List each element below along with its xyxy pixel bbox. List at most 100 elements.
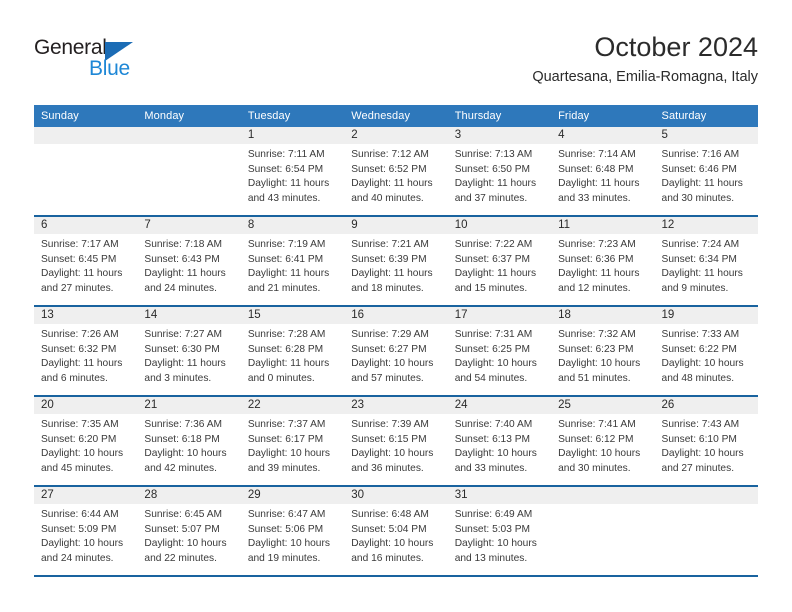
day-cell[interactable]: 12 Sunrise: 7:24 AM Sunset: 6:34 PM Dayligh… bbox=[654, 215, 758, 306]
daylight-text: Daylight: 11 hours bbox=[454, 178, 537, 190]
daylight-text: Daylight: 10 hours bbox=[247, 448, 330, 460]
day-number: 31 bbox=[447, 487, 552, 504]
daylight-text: Daylight: 11 hours bbox=[558, 178, 640, 190]
weekday-header-friday: Friday bbox=[551, 105, 655, 127]
calendar-week-row: 27 Sunrise: 6:44 AM Sunset: 5:09 PM Dayligh… bbox=[34, 485, 758, 575]
daylight-text: Daylight: 10 hours bbox=[247, 538, 330, 550]
day-cell[interactable]: 31 Sunrise: 6:49 AM Sunset: 5:03 PM Dayligh… bbox=[447, 485, 552, 575]
day-cell[interactable]: 6 Sunrise: 7:17 AM Sunset: 6:45 PM Daylight… bbox=[34, 215, 138, 306]
day-cell[interactable]: 17 Sunrise: 7:31 AM Sunset: 6:25 PM Dayligh… bbox=[447, 305, 552, 396]
day-number: 15 bbox=[240, 307, 345, 324]
sunrise-text: Sunrise: 7:37 AM bbox=[247, 419, 326, 430]
day-number: 7 bbox=[137, 217, 241, 234]
day-cell[interactable]: 27 Sunrise: 6:44 AM Sunset: 5:09 PM Dayligh… bbox=[34, 485, 138, 575]
day-cell[interactable]: 25 Sunrise: 7:41 AM Sunset: 6:12 PM Dayligh… bbox=[551, 395, 655, 486]
sunset-text: Sunset: 6:27 PM bbox=[351, 343, 427, 355]
day-number: 6 bbox=[34, 217, 138, 234]
daylight-text: Daylight: 11 hours bbox=[351, 268, 433, 280]
daylight-text: Daylight: 11 hours bbox=[247, 268, 330, 280]
sunset-text: Sunset: 6:22 PM bbox=[661, 343, 737, 355]
daylight-text: Daylight: 10 hours bbox=[454, 448, 537, 460]
day-cell[interactable]: 2 Sunrise: 7:12 AM Sunset: 6:52 PM Daylight… bbox=[344, 127, 448, 216]
day-cell[interactable]: 8 Sunrise: 7:19 AM Sunset: 6:41 PM Daylight… bbox=[240, 215, 345, 306]
day-number: 29 bbox=[240, 487, 345, 504]
day-details: Sunrise: 7:17 AM Sunset: 6:45 PM Daylight:… bbox=[34, 234, 137, 296]
day-cell[interactable]: 19 Sunrise: 7:33 AM Sunset: 6:22 PM Dayligh… bbox=[654, 305, 758, 396]
day-cell[interactable]: 24 Sunrise: 7:40 AM Sunset: 6:13 PM Dayligh… bbox=[447, 395, 552, 486]
calendar-week-row: 6 Sunrise: 7:17 AM Sunset: 6:45 PM Daylight… bbox=[34, 215, 758, 306]
sunset-text: Sunset: 6:20 PM bbox=[41, 433, 117, 445]
day-cell[interactable]: 10 Sunrise: 7:22 AM Sunset: 6:37 PM Dayligh… bbox=[447, 215, 552, 306]
sunset-text: Sunset: 6:39 PM bbox=[351, 253, 427, 265]
daylight-text: and 48 minutes. bbox=[661, 372, 735, 384]
weekday-header-monday: Monday bbox=[137, 105, 241, 127]
sunrise-text: Sunrise: 7:22 AM bbox=[454, 239, 533, 250]
daylight-text: Daylight: 11 hours bbox=[41, 268, 123, 280]
daylight-text: Daylight: 10 hours bbox=[41, 538, 124, 550]
day-cell[interactable]: 14 Sunrise: 7:27 AM Sunset: 6:30 PM Dayligh… bbox=[137, 305, 241, 396]
table-bottom-divider bbox=[34, 575, 758, 577]
day-cell[interactable]: 7 Sunrise: 7:18 AM Sunset: 6:43 PM Daylight… bbox=[137, 215, 241, 306]
weekday-header-tuesday: Tuesday bbox=[240, 105, 345, 127]
day-number: 3 bbox=[447, 127, 552, 144]
sunrise-text: Sunrise: 7:27 AM bbox=[144, 329, 223, 340]
day-cell[interactable]: 22 Sunrise: 7:37 AM Sunset: 6:17 PM Dayligh… bbox=[240, 395, 345, 486]
day-number: 28 bbox=[137, 487, 241, 504]
daylight-text: Daylight: 10 hours bbox=[454, 538, 537, 550]
weekday-header-sunday: Sunday bbox=[34, 105, 138, 127]
day-cell[interactable]: 1 Sunrise: 7:11 AM Sunset: 6:54 PM Daylight… bbox=[240, 127, 345, 216]
daylight-text: and 15 minutes. bbox=[454, 282, 528, 294]
daylight-text: Daylight: 11 hours bbox=[41, 358, 123, 370]
day-cell[interactable]: 18 Sunrise: 7:32 AM Sunset: 6:23 PM Dayligh… bbox=[551, 305, 655, 396]
day-cell[interactable]: 3 Sunrise: 7:13 AM Sunset: 6:50 PM Daylight… bbox=[447, 127, 552, 216]
day-cell[interactable]: 28 Sunrise: 6:45 AM Sunset: 5:07 PM Dayligh… bbox=[137, 485, 241, 575]
daylight-text: and 24 minutes. bbox=[41, 552, 114, 564]
day-number: 14 bbox=[137, 307, 241, 324]
logo-text-blue: Blue bbox=[89, 57, 130, 80]
day-number bbox=[551, 487, 655, 504]
day-details: Sunrise: 7:40 AM Sunset: 6:13 PM Daylight:… bbox=[448, 414, 551, 476]
day-number bbox=[137, 127, 241, 144]
day-cell[interactable]: 23 Sunrise: 7:39 AM Sunset: 6:15 PM Dayligh… bbox=[344, 395, 448, 486]
day-number: 8 bbox=[240, 217, 345, 234]
daylight-text: and 30 minutes. bbox=[661, 192, 735, 204]
day-number: 18 bbox=[551, 307, 655, 324]
day-number: 19 bbox=[654, 307, 758, 324]
sunset-text: Sunset: 6:28 PM bbox=[247, 343, 324, 355]
day-details: Sunrise: 7:13 AM Sunset: 6:50 PM Daylight:… bbox=[448, 144, 551, 206]
sunset-text: Sunset: 6:34 PM bbox=[661, 253, 737, 265]
day-cell[interactable]: 30 Sunrise: 6:48 AM Sunset: 5:04 PM Dayligh… bbox=[344, 485, 448, 575]
day-cell[interactable]: 4 Sunrise: 7:14 AM Sunset: 6:48 PM Daylight… bbox=[551, 127, 655, 216]
sunset-text: Sunset: 6:43 PM bbox=[144, 253, 220, 265]
day-cell[interactable]: 15 Sunrise: 7:28 AM Sunset: 6:28 PM Dayligh… bbox=[240, 305, 345, 396]
day-cell[interactable]: 21 Sunrise: 7:36 AM Sunset: 6:18 PM Dayligh… bbox=[137, 395, 241, 486]
day-cell[interactable]: 5 Sunrise: 7:16 AM Sunset: 6:46 PM Daylight… bbox=[654, 127, 758, 216]
day-details: Sunrise: 6:45 AM Sunset: 5:07 PM Daylight:… bbox=[137, 504, 240, 566]
daylight-text: Daylight: 10 hours bbox=[661, 358, 744, 370]
daylight-text: Daylight: 11 hours bbox=[144, 358, 226, 370]
day-number: 11 bbox=[551, 217, 655, 234]
sunset-text: Sunset: 6:18 PM bbox=[144, 433, 220, 445]
general-blue-logo[interactable]: General Blue bbox=[34, 36, 164, 84]
daylight-text: and 36 minutes. bbox=[351, 462, 424, 474]
sunset-text: Sunset: 6:17 PM bbox=[247, 433, 324, 445]
day-cell[interactable]: 26 Sunrise: 7:43 AM Sunset: 6:10 PM Dayligh… bbox=[654, 395, 758, 486]
daylight-text: Daylight: 11 hours bbox=[454, 268, 537, 280]
sunrise-text: Sunrise: 7:39 AM bbox=[351, 419, 429, 430]
day-cell[interactable]: 16 Sunrise: 7:29 AM Sunset: 6:27 PM Dayligh… bbox=[344, 305, 448, 396]
day-cell[interactable]: 9 Sunrise: 7:21 AM Sunset: 6:39 PM Daylight… bbox=[344, 215, 448, 306]
calendar-week-row: 1 Sunrise: 7:11 AM Sunset: 6:54 PM Daylight… bbox=[34, 127, 758, 216]
daylight-text: and 12 minutes. bbox=[558, 282, 631, 294]
sunset-text: Sunset: 5:06 PM bbox=[247, 523, 324, 535]
day-number: 10 bbox=[447, 217, 552, 234]
day-cell[interactable]: 11 Sunrise: 7:23 AM Sunset: 6:36 PM Dayligh… bbox=[551, 215, 655, 306]
day-number: 17 bbox=[447, 307, 552, 324]
day-cell[interactable]: 29 Sunrise: 6:47 AM Sunset: 5:06 PM Dayligh… bbox=[240, 485, 345, 575]
day-cell[interactable]: 13 Sunrise: 7:26 AM Sunset: 6:32 PM Dayligh… bbox=[34, 305, 138, 396]
daylight-text: Daylight: 11 hours bbox=[661, 268, 743, 280]
sunrise-text: Sunrise: 7:16 AM bbox=[661, 149, 740, 160]
sunset-text: Sunset: 6:30 PM bbox=[144, 343, 220, 355]
daylight-text: Daylight: 10 hours bbox=[454, 358, 537, 370]
title-block: October 2024 Quartesana, Emilia-Romagna,… bbox=[532, 30, 758, 87]
day-cell[interactable]: 20 Sunrise: 7:35 AM Sunset: 6:20 PM Dayligh… bbox=[34, 395, 138, 486]
